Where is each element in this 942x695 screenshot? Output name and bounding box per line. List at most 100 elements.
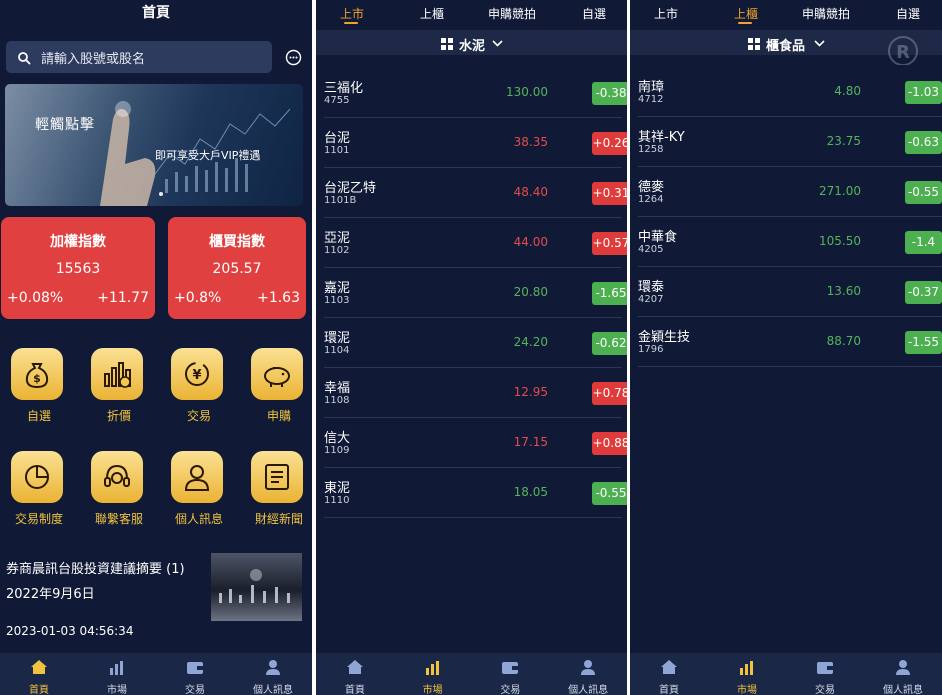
tab-trade[interactable]: 交易 bbox=[156, 653, 234, 695]
search-placeholder: 請輸入股號或股名 bbox=[41, 51, 146, 67]
stock-price: 13.60 bbox=[826, 284, 861, 298]
wallet-icon bbox=[501, 658, 519, 676]
tab-profile[interactable]: 個人訊息 bbox=[234, 653, 312, 695]
tab-watchlist[interactable]: 自選 bbox=[582, 5, 606, 22]
quick-item-label: 財經新聞 bbox=[254, 512, 303, 526]
stock-row[interactable]: 信大 1109 17.15 +0.88 bbox=[324, 418, 627, 468]
quick-item-profile[interactable]: 個人訊息 bbox=[160, 439, 238, 541]
stock-row[interactable]: 幸福 1108 12.95 +0.78 bbox=[324, 368, 627, 418]
tab-watchlist[interactable]: 自選 bbox=[896, 5, 920, 22]
quick-item-trade[interactable]: ¥ 交易 bbox=[160, 336, 238, 438]
stock-row[interactable]: 金穎生技 1796 88.70 -1.55 bbox=[638, 317, 942, 367]
market-icon bbox=[738, 658, 756, 676]
stock-row[interactable]: 中華食 4205 105.50 -1.4 bbox=[638, 217, 942, 267]
money-bag-icon: $ bbox=[11, 348, 63, 400]
stock-price: 88.70 bbox=[826, 334, 861, 348]
market-icon bbox=[424, 658, 442, 676]
stock-row[interactable]: 台泥 1101 38.35 +0.26 bbox=[324, 118, 627, 168]
stock-row[interactable]: 環泥 1104 24.20 -0.62 bbox=[324, 318, 627, 368]
quick-item-trading-rules[interactable]: 交易制度 bbox=[0, 439, 78, 541]
news-date: 2022年9月6日 bbox=[6, 587, 95, 602]
bottom-tab-bar: 首頁 市場 交易 個人訊息 bbox=[630, 653, 942, 695]
stock-row[interactable]: 環泰 4207 13.60 -0.37 bbox=[638, 267, 942, 317]
change-badge: +0.88 bbox=[592, 432, 627, 455]
stock-code: 1101 bbox=[324, 145, 350, 156]
index-percent: +0.8% bbox=[174, 290, 222, 306]
tab-market[interactable]: 市場 bbox=[78, 653, 156, 695]
stock-price: 130.00 bbox=[506, 85, 548, 99]
category-selector[interactable]: 水泥 bbox=[316, 30, 627, 55]
stock-row[interactable]: 台泥乙特 1101B 48.40 +0.31 bbox=[324, 168, 627, 218]
tab-profile[interactable]: 個人訊息 bbox=[549, 653, 627, 695]
quick-item-watchlist[interactable]: $ 自選 bbox=[0, 336, 78, 438]
bottom-tab-bar: 首頁 市場 交易 個人訊息 bbox=[316, 653, 627, 695]
tab-trade[interactable]: 交易 bbox=[786, 653, 864, 695]
tab-listed[interactable]: 上市 bbox=[654, 5, 678, 22]
index-card-otc[interactable]: 櫃買指數 205.57 +0.8% +1.63 bbox=[168, 217, 306, 319]
stock-code: 1796 bbox=[638, 344, 664, 355]
tab-label: 交易 bbox=[500, 685, 521, 695]
stock-row[interactable]: 德麥 1264 271.00 -0.55 bbox=[638, 167, 942, 217]
quick-item-label: 折價 bbox=[106, 409, 131, 423]
stock-price: 48.40 bbox=[513, 185, 548, 199]
tab-ipo-auction[interactable]: 申購競拍 bbox=[488, 5, 536, 22]
index-card-taiex[interactable]: 加權指數 15563 +0.08% +11.77 bbox=[1, 217, 155, 319]
stock-name: 台泥 bbox=[324, 131, 351, 146]
tab-label: 首頁 bbox=[344, 685, 365, 695]
quick-item-discount[interactable]: 折價 bbox=[80, 336, 158, 438]
change-badge: -0.38 bbox=[592, 82, 627, 105]
quick-item-news[interactable]: 財經新聞 bbox=[240, 439, 312, 541]
search-input[interactable]: 請輸入股號或股名 bbox=[6, 41, 272, 73]
promo-banner[interactable]: 輕觸點擊 即可享受大戶VIP禮遇 bbox=[5, 84, 303, 206]
stock-code: 1108 bbox=[324, 395, 350, 406]
tab-label: 個人訊息 bbox=[568, 685, 609, 695]
stock-row[interactable]: 嘉泥 1103 20.80 -1.65 bbox=[324, 268, 627, 318]
stock-name: 金穎生技 bbox=[638, 330, 691, 345]
stock-code: 4205 bbox=[638, 244, 664, 255]
quick-item-label: 交易制度 bbox=[14, 512, 63, 526]
stock-row[interactable]: 南璋 4712 4.80 -1.03 bbox=[638, 67, 942, 117]
tab-home[interactable]: 首頁 bbox=[316, 653, 394, 695]
tab-label: 個人訊息 bbox=[253, 685, 293, 695]
tab-listed[interactable]: 上市 bbox=[340, 5, 364, 22]
search-icon bbox=[17, 50, 31, 65]
person-icon bbox=[894, 658, 912, 676]
tab-home[interactable]: 首頁 bbox=[0, 653, 78, 695]
quick-item-support[interactable]: 聯繫客服 bbox=[80, 439, 158, 541]
index-change: +1.63 bbox=[257, 290, 300, 306]
news-headline[interactable]: 券商晨訊台股投資建議摘要 (1) bbox=[6, 558, 185, 577]
stock-name: 三福化 bbox=[324, 81, 364, 96]
stock-name: 南璋 bbox=[638, 80, 665, 95]
tab-ipo-auction[interactable]: 申購競拍 bbox=[802, 5, 850, 22]
stock-row[interactable]: 其祥-KY 1258 23.75 -0.63 bbox=[638, 117, 942, 167]
news-thumbnail[interactable] bbox=[211, 553, 302, 621]
tab-otc[interactable]: 上櫃 bbox=[420, 5, 444, 22]
chevron-down-icon bbox=[492, 40, 503, 47]
stock-row[interactable]: 東泥 1110 18.05 -0.55 bbox=[324, 468, 627, 518]
category-selector[interactable]: 櫃食品 R bbox=[630, 30, 942, 65]
quick-item-subscribe[interactable]: 申購 bbox=[240, 336, 312, 438]
person-icon bbox=[264, 658, 282, 676]
tab-otc[interactable]: 上櫃 bbox=[734, 5, 758, 22]
stock-row[interactable]: 三福化 4755 130.00 -0.38 bbox=[324, 68, 627, 118]
tab-market[interactable]: 市場 bbox=[394, 653, 472, 695]
grid-icon bbox=[748, 38, 760, 50]
change-badge: +0.26 bbox=[592, 132, 627, 155]
pie-chart-icon bbox=[11, 451, 63, 503]
home-icon bbox=[660, 658, 678, 676]
tab-home[interactable]: 首頁 bbox=[630, 653, 708, 695]
stock-name: 德麥 bbox=[638, 180, 665, 195]
grid-icon bbox=[441, 38, 453, 50]
banner-art bbox=[100, 101, 291, 206]
change-badge: -1.4 bbox=[905, 231, 942, 254]
tab-label: 市場 bbox=[422, 685, 443, 695]
index-value: 15563 bbox=[55, 261, 101, 277]
tab-profile[interactable]: 個人訊息 bbox=[864, 653, 942, 695]
tab-market[interactable]: 市場 bbox=[708, 653, 786, 695]
chat-icon[interactable] bbox=[285, 49, 302, 66]
index-percent: +0.08% bbox=[7, 290, 64, 306]
stock-price: 38.35 bbox=[513, 135, 548, 149]
tab-trade[interactable]: 交易 bbox=[472, 653, 550, 695]
stock-row[interactable]: 亞泥 1102 44.00 +0.57 bbox=[324, 218, 627, 268]
tab-label: 交易 bbox=[185, 685, 205, 695]
